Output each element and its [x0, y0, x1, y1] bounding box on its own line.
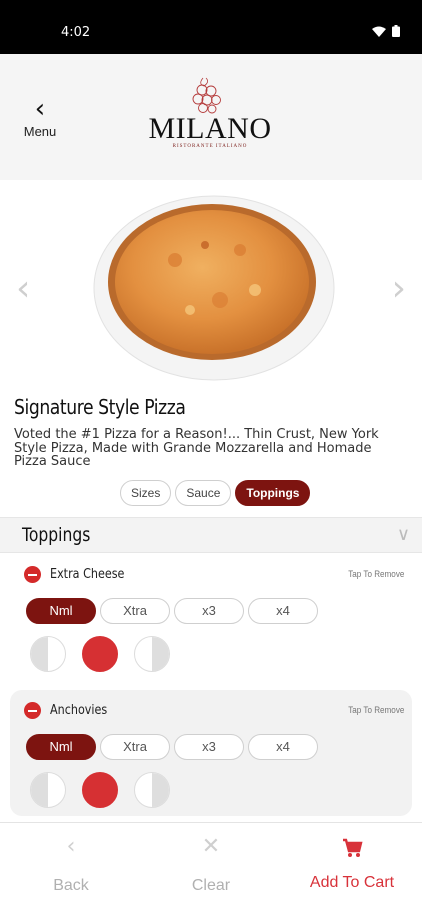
- status-icons: [372, 25, 400, 37]
- portion-selector: [30, 772, 170, 808]
- topping-extra-cheese: Extra Cheese Tap To Remove Nml Xtra x3 x…: [10, 554, 412, 686]
- battery-icon: [392, 25, 400, 37]
- header: ‹ Menu MILANO RISTORANTE ITALIANO: [0, 54, 422, 180]
- tap-to-remove-label[interactable]: Tap To Remove: [348, 569, 404, 579]
- amount-option[interactable]: x4: [248, 734, 318, 760]
- next-image-icon[interactable]: ›: [392, 268, 406, 309]
- remove-topping-icon[interactable]: [24, 702, 41, 719]
- topping-name: Extra Cheese: [50, 567, 125, 582]
- add-to-cart-label: Add To Cart: [309, 874, 395, 891]
- status-time: 4:02: [61, 25, 91, 40]
- amount-selector: Nml Xtra x3 x4: [26, 598, 318, 624]
- menu-button[interactable]: ‹ Menu: [18, 94, 62, 139]
- tab-sauce[interactable]: Sauce: [175, 480, 232, 506]
- right-half-icon[interactable]: [134, 636, 170, 672]
- pizza-image: [93, 195, 335, 381]
- amount-option[interactable]: x3: [174, 734, 244, 760]
- topping-name: Anchovies: [50, 703, 108, 718]
- logo-subtext: RISTORANTE ITALIANO: [172, 144, 248, 149]
- chevron-left-icon: ‹: [66, 834, 76, 859]
- bottom-action-bar: ‹ Back ✕ Clear Add To Cart: [0, 822, 422, 900]
- left-half-icon[interactable]: [30, 636, 66, 672]
- whole-pizza-icon[interactable]: [82, 772, 118, 808]
- tap-to-remove-label[interactable]: Tap To Remove: [348, 705, 404, 715]
- close-icon: ✕: [201, 834, 221, 859]
- previous-image-icon[interactable]: ‹: [16, 268, 30, 309]
- status-bar: 4:02: [0, 0, 422, 54]
- amount-option[interactable]: Xtra: [100, 734, 170, 760]
- clear-button[interactable]: ✕ Clear: [151, 833, 271, 895]
- remove-topping-icon[interactable]: [24, 566, 41, 583]
- tomato-vine-logo-icon: [192, 77, 221, 114]
- logo: MILANO RISTORANTE ITALIANO: [148, 76, 272, 152]
- add-to-cart-button[interactable]: Add To Cart: [292, 833, 412, 892]
- clear-label: Clear: [191, 877, 231, 894]
- toppings-section-header[interactable]: Toppings ∨: [0, 517, 422, 553]
- chevron-down-icon: ∨: [396, 524, 410, 545]
- right-half-icon[interactable]: [134, 772, 170, 808]
- section-title: Toppings: [22, 524, 91, 546]
- amount-option[interactable]: Nml: [26, 734, 96, 760]
- amount-selector: Nml Xtra x3 x4: [26, 734, 318, 760]
- product-title: Signature Style Pizza: [14, 395, 186, 419]
- option-tabs: Sizes Sauce Toppings: [120, 480, 311, 506]
- back-button[interactable]: ‹ Back: [11, 833, 131, 895]
- wifi-icon: [372, 26, 386, 37]
- portion-selector: [30, 636, 170, 672]
- product-image-carousel: ‹ ›: [0, 180, 422, 385]
- amount-option[interactable]: x3: [174, 598, 244, 624]
- amount-option[interactable]: x4: [248, 598, 318, 624]
- amount-option[interactable]: Xtra: [100, 598, 170, 624]
- tab-toppings[interactable]: Toppings: [235, 480, 311, 506]
- product-description: Voted the #1 Pizza for a Reason!... Thin…: [14, 427, 379, 469]
- tab-sizes[interactable]: Sizes: [120, 480, 172, 506]
- cart-icon: [343, 838, 363, 857]
- back-label: Back: [53, 877, 89, 894]
- whole-pizza-icon[interactable]: [82, 636, 118, 672]
- left-half-icon[interactable]: [30, 772, 66, 808]
- menu-label: Menu: [23, 124, 57, 139]
- chevron-left-icon: ‹: [34, 94, 46, 124]
- topping-anchovies: Anchovies Tap To Remove Nml Xtra x3 x4: [10, 690, 412, 816]
- amount-option[interactable]: Nml: [26, 598, 96, 624]
- logo-wordmark: MILANO: [148, 112, 272, 145]
